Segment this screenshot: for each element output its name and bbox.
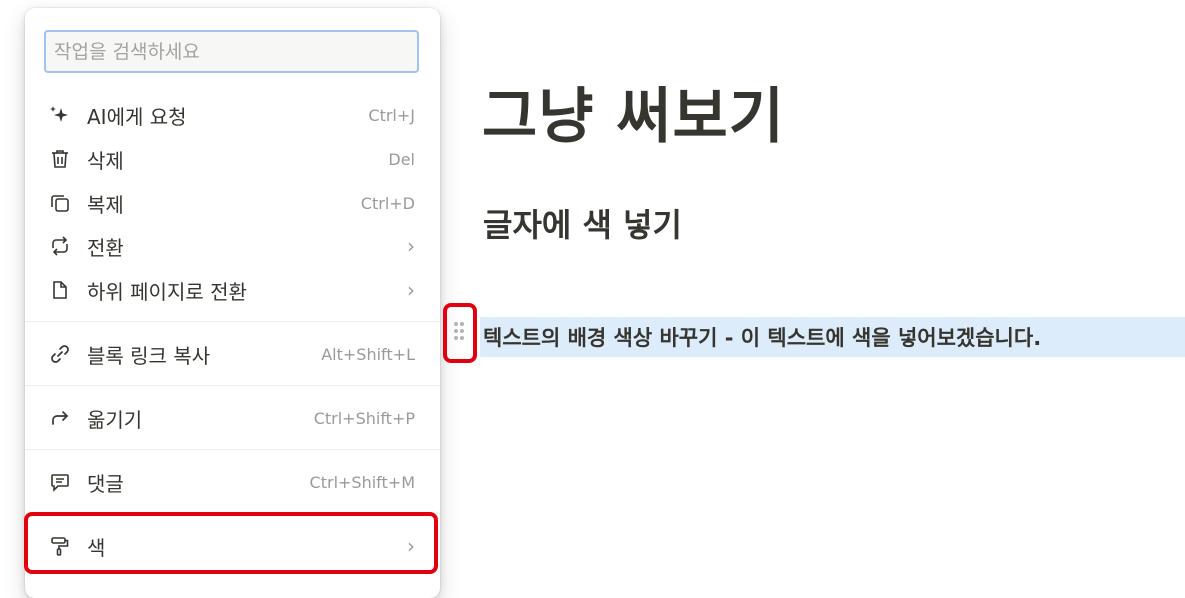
- menu-item-move-to[interactable]: 옮기기 Ctrl+Shift+P: [25, 396, 440, 440]
- menu-divider: [25, 385, 440, 386]
- menu-item-comment[interactable]: 댓글 Ctrl+Shift+M: [25, 460, 440, 504]
- move-arrow-icon: [45, 403, 75, 433]
- turn-into-icon: [45, 231, 75, 261]
- menu-item-shortcut: Ctrl+Shift+P: [313, 408, 415, 428]
- menu-item-label: 댓글: [87, 471, 124, 496]
- menu-item-ask-ai[interactable]: AI에게 요청 Ctrl+J: [25, 93, 440, 137]
- menu-item-shortcut: Ctrl+Shift+M: [309, 472, 415, 492]
- highlight-box-color-item: [24, 512, 438, 574]
- menu-item-shortcut: Alt+Shift+L: [321, 344, 415, 364]
- menu-item-duplicate[interactable]: 복제 Ctrl+D: [25, 181, 440, 225]
- action-search-input[interactable]: [44, 30, 419, 73]
- comment-icon: [45, 467, 75, 497]
- menu-item-label: 블록 링크 복사: [87, 343, 211, 368]
- page-icon: [45, 275, 75, 305]
- link-icon: [45, 339, 75, 369]
- menu-item-label: AI에게 요청: [87, 104, 187, 129]
- page-title[interactable]: 그냥 써보기: [482, 68, 785, 155]
- block-text: 텍스트의 배경 색상 바꾸기 - 이 텍스트에 색을 넣어보겠습니다.: [483, 326, 1042, 350]
- selected-text-block[interactable]: 텍스트의 배경 색상 바꾸기 - 이 텍스트에 색을 넣어보겠습니다.: [480, 317, 1185, 357]
- duplicate-icon: [45, 188, 75, 218]
- menu-item-delete[interactable]: 삭제 Del: [25, 137, 440, 181]
- menu-item-label: 하위 페이지로 전환: [87, 279, 247, 304]
- menu-item-shortcut: Ctrl+J: [368, 105, 415, 125]
- chevron-right-icon: ›: [407, 278, 415, 302]
- menu-item-label: 전환: [87, 235, 124, 260]
- menu-item-label: 복제: [87, 192, 124, 217]
- menu-item-copy-block-link[interactable]: 블록 링크 복사 Alt+Shift+L: [25, 332, 440, 376]
- page-heading[interactable]: 글자에 색 넣기: [483, 200, 682, 246]
- menu-item-turn-into-subpage[interactable]: 하위 페이지로 전환 ›: [25, 268, 440, 312]
- menu-divider: [25, 449, 440, 450]
- highlight-box-drag-handle: [443, 303, 477, 363]
- sparkle-icon: [45, 100, 75, 130]
- menu-item-shortcut: Ctrl+D: [360, 193, 415, 213]
- block-action-menu: AI에게 요청 Ctrl+J 삭제 Del 복제 Ctrl+D 전환 › 하위 …: [25, 8, 440, 598]
- menu-item-turn-into[interactable]: 전환 ›: [25, 224, 440, 268]
- menu-item-label: 삭제: [87, 148, 124, 173]
- menu-item-shortcut: Del: [388, 149, 415, 169]
- menu-divider: [25, 321, 440, 322]
- chevron-right-icon: ›: [407, 234, 415, 258]
- menu-item-label: 옮기기: [87, 407, 143, 432]
- trash-icon: [45, 144, 75, 174]
